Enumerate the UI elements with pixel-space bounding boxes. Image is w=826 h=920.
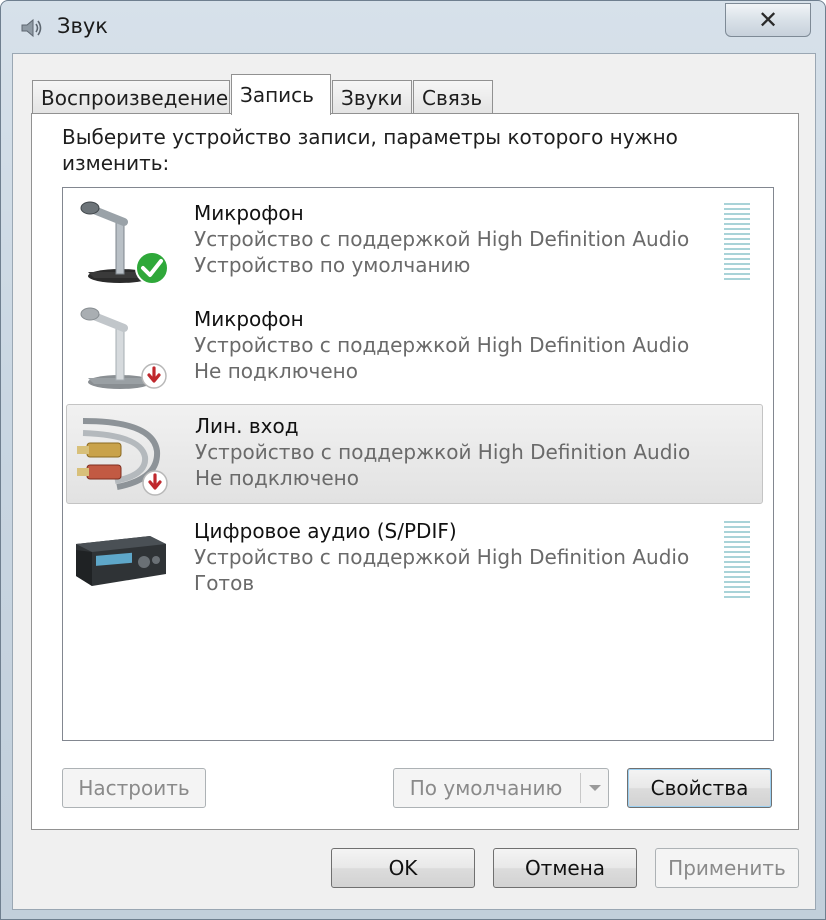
configure-button[interactable]: Настроить	[62, 768, 206, 808]
window-title: Звук	[57, 14, 108, 38]
button-label: OK	[388, 856, 418, 880]
title-bar[interactable]: Звук ✕	[1, 1, 825, 53]
default-check-badge	[135, 251, 169, 285]
device-status: Устройство по умолчанию	[194, 253, 471, 277]
device-list[interactable]: Микрофон Устройство с поддержкой High De…	[62, 187, 774, 741]
button-label: Настроить	[78, 776, 190, 800]
button-label: По умолчанию	[409, 776, 563, 800]
unplugged-arrow-badge	[142, 470, 168, 496]
digital-receiver-icon	[76, 536, 166, 586]
device-description: Устройство с поддержкой High Definition …	[195, 440, 691, 464]
button-label: Свойства	[650, 776, 749, 800]
tab-communications[interactable]: Связь	[413, 80, 493, 114]
device-description: Устройство с поддержкой High Definition …	[194, 333, 690, 357]
tab-recording[interactable]: Запись	[231, 74, 331, 115]
speaker-icon	[21, 18, 42, 38]
device-item-line-in[interactable]: Лин. вход Устройство с поддержкой High D…	[66, 404, 763, 504]
dialog-client-area: Воспроизведение Запись Звуки Связь Выбер…	[12, 53, 816, 910]
device-description: Устройство с поддержкой High Definition …	[194, 227, 690, 251]
ok-button[interactable]: OK	[331, 848, 475, 888]
device-status: Не подключено	[195, 466, 359, 490]
tab-label: Воспроизведение	[41, 85, 229, 110]
split-separator	[580, 773, 581, 803]
recording-tab-panel: Выберите устройство записи, параметры ко…	[31, 113, 799, 830]
device-item-microphone-default[interactable]: Микрофон Устройство с поддержкой High De…	[66, 192, 763, 292]
device-item-digital-audio[interactable]: Цифровое аудио (S/PDIF) Устройство с под…	[66, 510, 763, 610]
properties-button[interactable]: Свойства	[627, 768, 772, 808]
tab-label: Запись	[240, 83, 314, 107]
instruction-text: Выберите устройство записи, параметры ко…	[62, 125, 678, 175]
device-name: Лин. вход	[195, 414, 299, 438]
close-icon: ✕	[757, 6, 779, 34]
level-meter	[724, 203, 750, 280]
tab-sounds[interactable]: Звуки	[332, 80, 412, 114]
device-name: Микрофон	[194, 201, 304, 225]
device-item-microphone-unplugged[interactable]: Микрофон Устройство с поддержкой High De…	[66, 298, 763, 398]
button-label: Отмена	[524, 856, 606, 880]
apply-button[interactable]: Применить	[655, 848, 799, 888]
tab-label: Связь	[422, 85, 483, 110]
sound-dialog: Звук ✕ Воспроизведение Запись Звуки Связ…	[0, 0, 826, 920]
cancel-button[interactable]: Отмена	[493, 848, 637, 888]
device-name: Микрофон	[194, 307, 304, 331]
button-label: Применить	[668, 856, 786, 880]
device-description: Устройство с поддержкой High Definition …	[194, 545, 690, 569]
tab-playback[interactable]: Воспроизведение	[32, 80, 230, 114]
device-name: Цифровое аудио (S/PDIF)	[194, 519, 457, 543]
tab-label: Звуки	[341, 85, 403, 110]
chevron-down-icon[interactable]	[582, 769, 608, 807]
close-button[interactable]: ✕	[725, 3, 811, 37]
level-meter	[724, 521, 750, 598]
unplugged-arrow-badge	[141, 363, 167, 389]
device-status: Не подключено	[194, 359, 358, 383]
set-default-split-button[interactable]: По умолчанию	[393, 768, 609, 808]
device-status: Готов	[194, 571, 255, 595]
